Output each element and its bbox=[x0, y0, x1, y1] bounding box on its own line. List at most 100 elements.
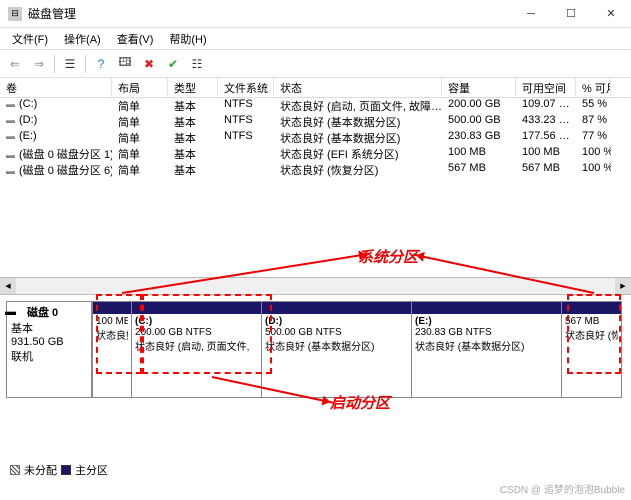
legend-unallocated-swatch bbox=[10, 465, 20, 475]
partition-status: 状态良好 (恢 bbox=[565, 327, 618, 342]
cell-layout: 简单 bbox=[112, 146, 168, 162]
cell-cap: 230.83 GB bbox=[442, 130, 516, 146]
volume-row[interactable]: (E:)简单基本NTFS状态良好 (基本数据分区)230.83 GB177.56… bbox=[0, 130, 631, 146]
partition-status: 状态良好 (基本数据分区) bbox=[265, 338, 408, 353]
scroll-left-button[interactable]: ◀ bbox=[0, 278, 16, 294]
partition-block[interactable]: (C:)200.00 GB NTFS状态良好 (启动, 页面文件, bbox=[132, 301, 262, 398]
horizontal-scrollbar[interactable]: ◀ ▶ bbox=[0, 278, 631, 294]
volume-row[interactable]: (D:)简单基本NTFS状态良好 (基本数据分区)500.00 GB433.23… bbox=[0, 114, 631, 130]
app-icon: ⊟ bbox=[8, 7, 22, 21]
cell-type: 基本 bbox=[168, 114, 218, 130]
cell-vol: (C:) bbox=[0, 98, 112, 114]
cell-pct: 100 % bbox=[576, 146, 611, 162]
cell-free: 100 MB bbox=[516, 146, 576, 162]
volume-header[interactable]: 卷 布局 类型 文件系统 状态 容量 可用空间 % 可月 bbox=[0, 78, 631, 98]
partition-size: 100 MB bbox=[96, 316, 128, 327]
close-button[interactable]: ✕ bbox=[591, 0, 631, 28]
disk-type: 基本 bbox=[11, 320, 87, 336]
window-title: 磁盘管理 bbox=[28, 5, 511, 22]
cell-status: 状态良好 (基本数据分区) bbox=[274, 130, 442, 146]
partition-block[interactable]: 567 MB状态良好 (恢 bbox=[562, 301, 622, 398]
properties-button[interactable]: ☷ bbox=[186, 53, 208, 75]
partition-bar bbox=[562, 302, 621, 314]
forward-button[interactable]: ⇒ bbox=[28, 53, 50, 75]
titlebar: ⊟ 磁盘管理 ─ ☐ ✕ bbox=[0, 0, 631, 28]
back-button[interactable]: ⇐ bbox=[4, 53, 26, 75]
legend-primary-swatch bbox=[61, 465, 71, 475]
partition-block[interactable]: (D:)500.00 GB NTFS状态良好 (基本数据分区) bbox=[262, 301, 412, 398]
partition-name: (C:) bbox=[135, 316, 258, 327]
partition-body: (D:)500.00 GB NTFS状态良好 (基本数据分区) bbox=[262, 314, 411, 397]
cell-cap: 100 MB bbox=[442, 146, 516, 162]
menubar: 文件(F) 操作(A) 查看(V) 帮助(H) bbox=[0, 28, 631, 50]
cell-layout: 简单 bbox=[112, 130, 168, 146]
legend: 未分配 主分区 bbox=[10, 462, 108, 478]
partition-block[interactable]: (E:)230.83 GB NTFS状态良好 (基本数据分区) bbox=[412, 301, 562, 398]
scroll-right-button[interactable]: ▶ bbox=[615, 278, 631, 294]
disk-info[interactable]: ▬ 磁盘 0 基本 931.50 GB 联机 bbox=[6, 301, 92, 398]
cell-cap: 200.00 GB bbox=[442, 98, 516, 114]
menu-help[interactable]: 帮助(H) bbox=[161, 29, 214, 49]
minimize-button[interactable]: ─ bbox=[511, 0, 551, 28]
legend-unallocated-label: 未分配 bbox=[24, 462, 57, 478]
watermark: CSDN @ 追梦的泡泡Bubble bbox=[500, 481, 625, 496]
partition-body: 567 MB状态良好 (恢 bbox=[562, 314, 621, 397]
cell-free: 567 MB bbox=[516, 162, 576, 178]
partition-body: (E:)230.83 GB NTFS状态良好 (基本数据分区) bbox=[412, 314, 561, 397]
cell-status: 状态良好 (启动, 页面文件, 故障… bbox=[274, 98, 442, 114]
cell-fs bbox=[218, 162, 274, 178]
col-fs[interactable]: 文件系统 bbox=[218, 78, 274, 97]
partition-name: (D:) bbox=[265, 316, 408, 327]
volume-row[interactable]: (磁盘 0 磁盘分区 6)简单基本状态良好 (恢复分区)567 MB567 MB… bbox=[0, 162, 631, 178]
partition-block[interactable]: 100 MB状态良好 bbox=[92, 301, 132, 398]
col-type[interactable]: 类型 bbox=[168, 78, 218, 97]
maximize-button[interactable]: ☐ bbox=[551, 0, 591, 28]
disk-icon: ▬ bbox=[5, 306, 16, 318]
cell-vol: (磁盘 0 磁盘分区 1) bbox=[0, 146, 112, 162]
cell-pct: 55 % bbox=[576, 98, 611, 114]
check-button[interactable]: ✔ bbox=[162, 53, 184, 75]
partition-bar bbox=[93, 302, 131, 314]
volume-row[interactable]: (磁盘 0 磁盘分区 1)简单基本状态良好 (EFI 系统分区)100 MB10… bbox=[0, 146, 631, 162]
legend-primary-label: 主分区 bbox=[75, 462, 108, 478]
delete-button[interactable]: ✖ bbox=[138, 53, 160, 75]
disk-status: 联机 bbox=[11, 348, 87, 364]
col-status[interactable]: 状态 bbox=[274, 78, 442, 97]
partition-size: 500.00 GB NTFS bbox=[265, 327, 408, 338]
col-layout[interactable]: 布局 bbox=[112, 78, 168, 97]
volume-row[interactable]: (C:)简单基本NTFS状态良好 (启动, 页面文件, 故障…200.00 GB… bbox=[0, 98, 631, 114]
col-volume[interactable]: 卷 bbox=[0, 78, 112, 97]
partition-bar bbox=[262, 302, 411, 314]
cell-free: 177.56 … bbox=[516, 130, 576, 146]
col-capacity[interactable]: 容量 bbox=[442, 78, 516, 97]
menu-file[interactable]: 文件(F) bbox=[4, 29, 56, 49]
cell-type: 基本 bbox=[168, 130, 218, 146]
cell-fs: NTFS bbox=[218, 130, 274, 146]
help-button[interactable]: ? bbox=[90, 53, 112, 75]
volume-list[interactable]: 卷 布局 类型 文件系统 状态 容量 可用空间 % 可月 (C:)简单基本NTF… bbox=[0, 78, 631, 278]
toolbar: ⇐ ⇒ ☰ ? 🖽 ✖ ✔ ☷ bbox=[0, 50, 631, 78]
list-view-button[interactable]: ☰ bbox=[59, 53, 81, 75]
cell-pct: 77 % bbox=[576, 130, 611, 146]
menu-view[interactable]: 查看(V) bbox=[109, 29, 162, 49]
col-pct[interactable]: % 可月 bbox=[576, 78, 611, 97]
cell-type: 基本 bbox=[168, 98, 218, 114]
cell-layout: 简单 bbox=[112, 162, 168, 178]
cell-type: 基本 bbox=[168, 162, 218, 178]
cell-vol: (D:) bbox=[0, 114, 112, 130]
cell-fs: NTFS bbox=[218, 114, 274, 130]
cell-fs bbox=[218, 146, 274, 162]
partition-bar bbox=[412, 302, 561, 314]
col-free[interactable]: 可用空间 bbox=[516, 78, 576, 97]
menu-action[interactable]: 操作(A) bbox=[56, 29, 109, 49]
cell-fs: NTFS bbox=[218, 98, 274, 114]
refresh-button[interactable]: 🖽 bbox=[114, 53, 136, 75]
cell-type: 基本 bbox=[168, 146, 218, 162]
cell-vol: (磁盘 0 磁盘分区 6) bbox=[0, 162, 112, 178]
partition-body: 100 MB状态良好 bbox=[93, 314, 131, 397]
partition-body: (C:)200.00 GB NTFS状态良好 (启动, 页面文件, bbox=[132, 314, 261, 397]
cell-status: 状态良好 (基本数据分区) bbox=[274, 114, 442, 130]
cell-status: 状态良好 (EFI 系统分区) bbox=[274, 146, 442, 162]
partition-status: 状态良好 (启动, 页面文件, bbox=[135, 338, 258, 353]
cell-free: 433.23 … bbox=[516, 114, 576, 130]
